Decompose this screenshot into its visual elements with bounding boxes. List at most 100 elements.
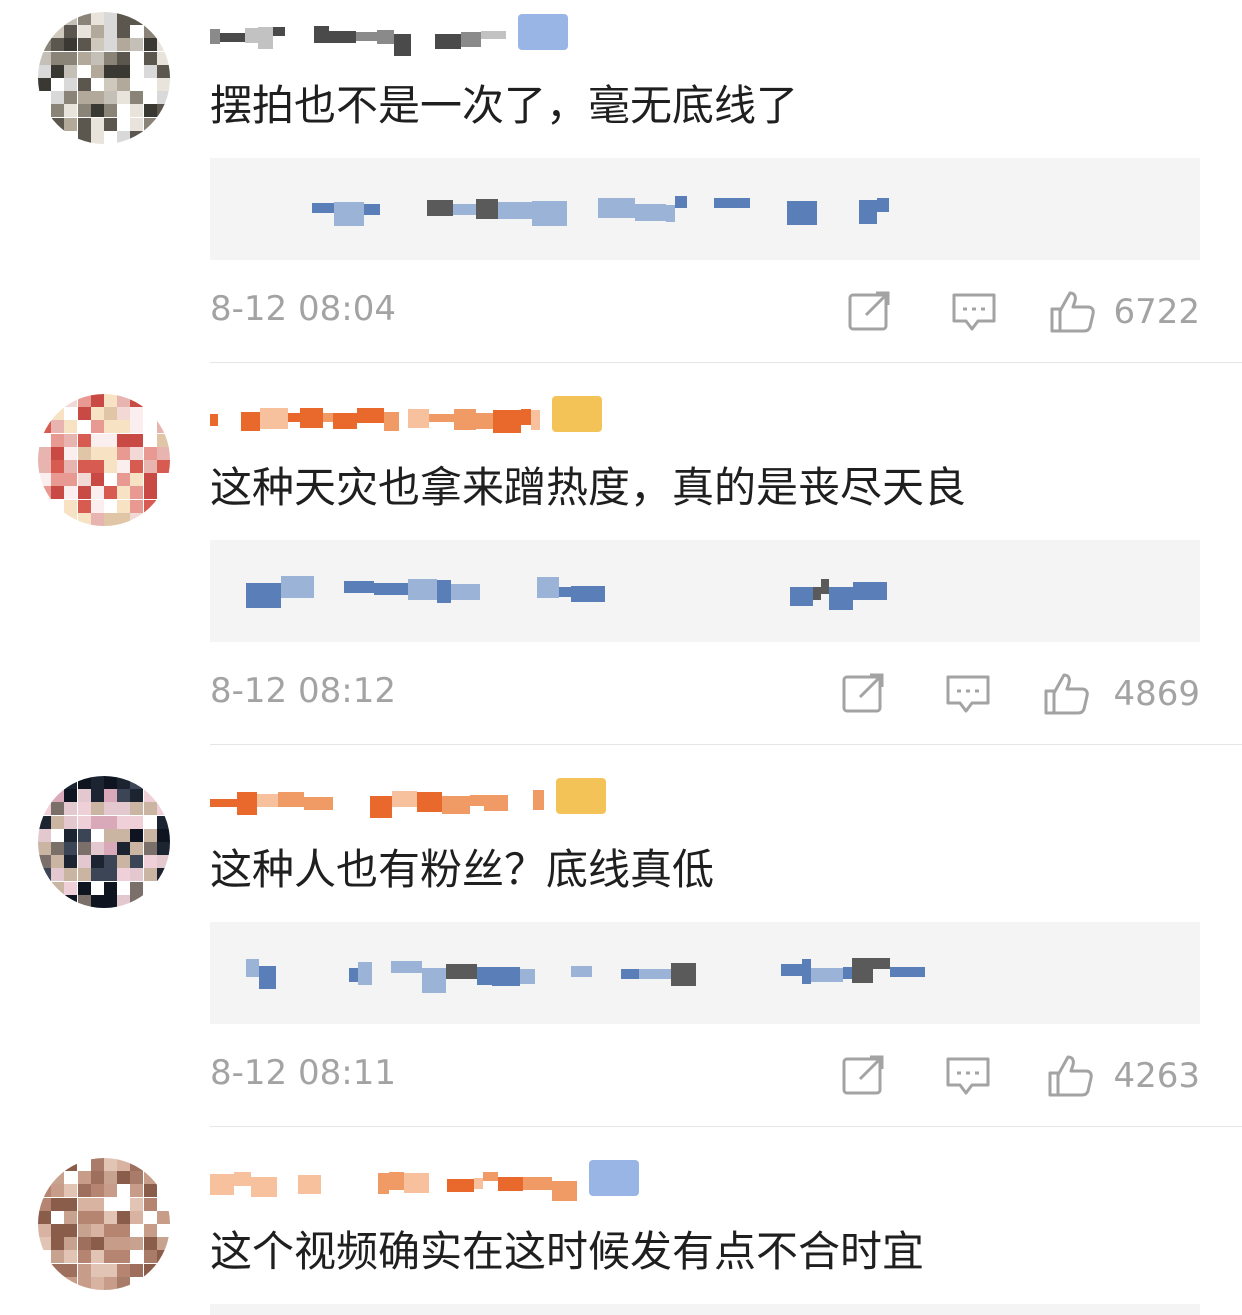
avatar-pixel xyxy=(156,473,170,487)
avatar-pixel xyxy=(130,420,144,434)
avatar-pixel xyxy=(51,473,65,487)
avatar-pixel xyxy=(104,1263,117,1277)
reply-text-block xyxy=(639,969,671,979)
avatar[interactable] xyxy=(38,394,170,526)
avatar-pixel xyxy=(77,894,91,908)
avatar-pixel xyxy=(90,1171,104,1185)
avatar-pixel xyxy=(38,104,51,118)
avatar-pixel xyxy=(156,486,170,500)
divider xyxy=(210,1126,1242,1127)
avatar-pixel xyxy=(51,1158,65,1171)
avatar-pixel xyxy=(90,881,104,895)
avatar-pixel xyxy=(117,91,131,105)
username-block xyxy=(356,32,377,41)
avatar-pixel xyxy=(51,51,65,65)
avatar-pixel xyxy=(117,1263,131,1277)
username-pixelated[interactable] xyxy=(210,12,670,56)
reply-preview-box[interactable] xyxy=(210,540,1200,642)
username-pixelated[interactable] xyxy=(210,1158,670,1201)
avatar-pixel xyxy=(117,473,131,487)
username-block xyxy=(470,795,484,806)
avatar-pixel xyxy=(104,1276,117,1290)
avatar-pixel xyxy=(104,460,117,473)
avatar-pixel xyxy=(104,868,117,882)
username-block xyxy=(389,1172,404,1190)
avatar-pixel xyxy=(38,91,51,105)
username-pixelated[interactable] xyxy=(210,776,670,818)
avatar-pixel xyxy=(156,789,170,803)
avatar-pixel xyxy=(77,407,91,421)
avatar-pixel xyxy=(156,25,170,39)
username-pixelated[interactable] xyxy=(210,394,670,434)
reply-preview-box[interactable] xyxy=(210,1304,1200,1315)
reply-text-block xyxy=(364,204,380,215)
avatar-pixel xyxy=(51,460,65,473)
username-block xyxy=(210,799,237,807)
reply-preview-box[interactable] xyxy=(210,158,1200,260)
avatar-pixel xyxy=(38,420,51,434)
reply-button[interactable] xyxy=(944,1053,992,1099)
like-button[interactable]: 4869 xyxy=(1042,671,1200,717)
avatar-pixel xyxy=(143,1197,157,1211)
like-button[interactable]: 6722 xyxy=(1048,289,1200,335)
avatar-pixel xyxy=(143,91,157,105)
reply-text-block xyxy=(259,966,276,989)
avatar-pixel xyxy=(90,78,104,91)
avatar-pixel xyxy=(104,420,117,434)
reply-button[interactable] xyxy=(950,289,998,335)
avatar-pixel xyxy=(77,868,91,882)
reply-text-block xyxy=(391,961,422,973)
avatar-pixel xyxy=(130,894,144,908)
avatar-pixel xyxy=(90,25,104,39)
avatar-pixel xyxy=(38,1158,51,1171)
avatar-pixel xyxy=(90,473,104,487)
reply-text-block xyxy=(437,580,451,603)
avatar-pixel xyxy=(104,881,117,895)
avatar-pixel xyxy=(117,394,131,407)
avatar-pixel xyxy=(38,1184,51,1198)
avatar-pixel xyxy=(64,446,78,460)
reply-text-block xyxy=(873,958,890,969)
avatar-pixel xyxy=(104,446,117,460)
avatar-pixel xyxy=(117,407,131,421)
share-button[interactable] xyxy=(846,289,894,335)
username-block xyxy=(474,1178,483,1189)
share-button[interactable] xyxy=(840,1053,888,1099)
avatar[interactable] xyxy=(38,12,170,144)
share-button[interactable] xyxy=(840,671,888,717)
avatar-pixel xyxy=(51,1171,65,1185)
avatar-pixel xyxy=(38,789,51,803)
avatar-pixel xyxy=(51,789,65,803)
avatar-pixel xyxy=(64,1171,78,1185)
username-block xyxy=(394,34,411,56)
reply-button[interactable] xyxy=(944,671,992,717)
avatar-pixel xyxy=(143,12,157,25)
avatar-pixel xyxy=(156,842,170,855)
avatar-pixel xyxy=(64,1158,78,1171)
avatar-pixel xyxy=(90,51,104,65)
reply-icon xyxy=(946,1057,990,1095)
avatar-pixel xyxy=(130,855,144,869)
avatar-pixel xyxy=(117,842,131,855)
divider xyxy=(210,744,1242,745)
reply-text-block xyxy=(408,579,437,600)
avatar-pixel xyxy=(51,1184,65,1198)
avatar-pixel xyxy=(77,446,91,460)
avatar-pixel xyxy=(143,446,157,460)
avatar-pixel xyxy=(156,51,170,65)
avatar-pixel xyxy=(51,25,65,39)
avatar-pixel xyxy=(143,51,157,65)
avatar-pixel xyxy=(104,1237,117,1251)
avatar[interactable] xyxy=(38,776,170,908)
avatar-pixel xyxy=(64,130,78,144)
divider xyxy=(210,362,1242,363)
avatar-pixel xyxy=(77,1224,91,1237)
reply-preview-box[interactable] xyxy=(210,922,1200,1024)
username-block xyxy=(210,414,218,426)
avatar-pixel xyxy=(90,1224,104,1237)
avatar-pixel xyxy=(156,1237,170,1251)
reply-text-block xyxy=(246,583,281,608)
like-button[interactable]: 4263 xyxy=(1046,1053,1200,1099)
avatar[interactable] xyxy=(38,1158,170,1290)
username-block xyxy=(484,795,508,811)
